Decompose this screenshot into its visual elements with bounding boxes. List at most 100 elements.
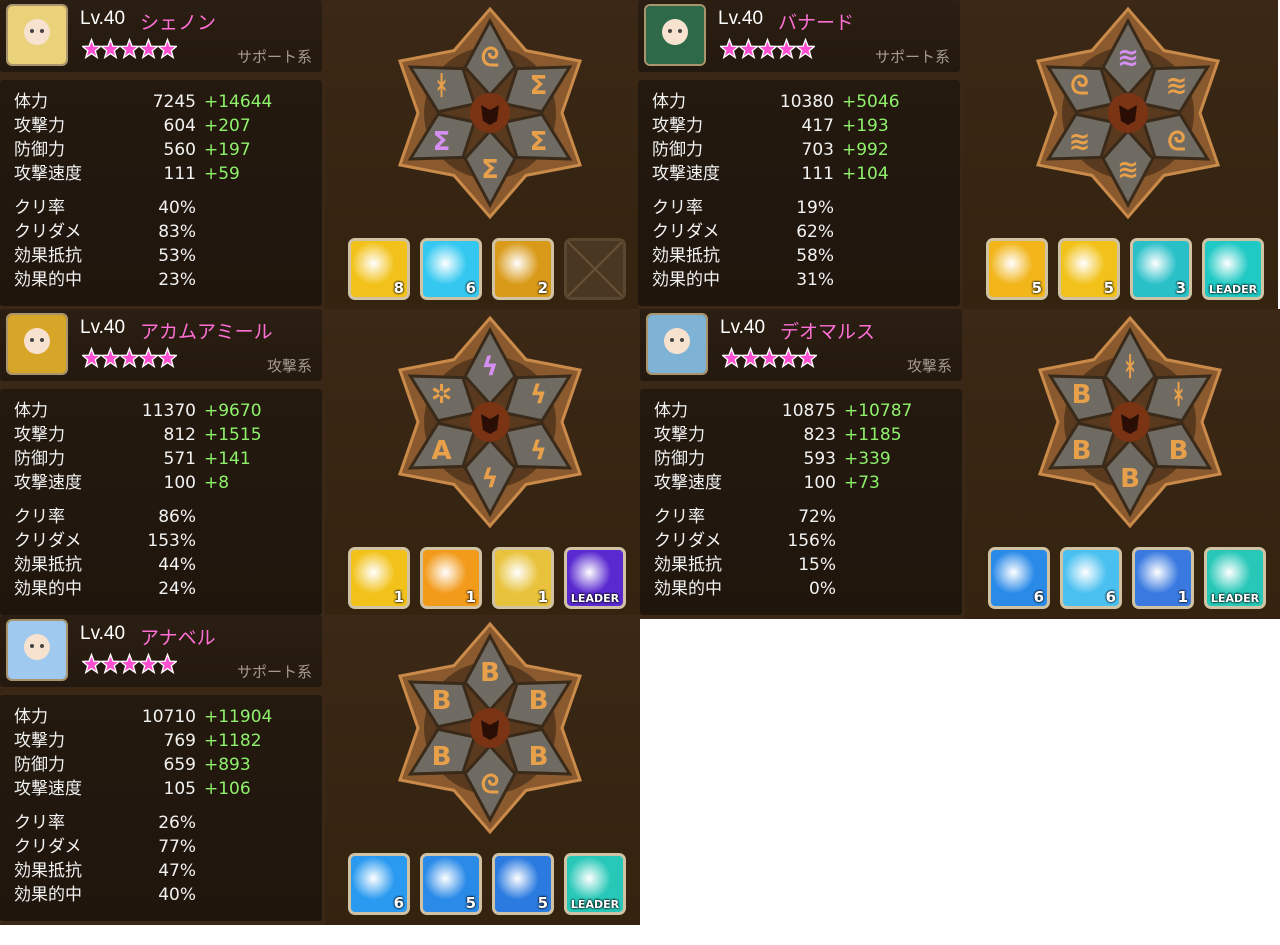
stat-row-crit-dmg: クリダメ 153% bbox=[14, 529, 314, 553]
stat-value: 560 bbox=[163, 140, 196, 160]
monster-portrait-icon[interactable] bbox=[644, 4, 706, 66]
spear-strike-icon[interactable]: 1 bbox=[348, 547, 410, 609]
star-icon bbox=[158, 37, 177, 60]
skill-level: 8 bbox=[393, 279, 404, 297]
monster-card[interactable]: Lv.40 アカムアミール 攻撃系 体力 11370 +9670 攻撃力 812… bbox=[0, 309, 640, 619]
monster-portrait-icon[interactable] bbox=[6, 4, 68, 66]
stat-row-resistance: 効果抵抗 47% bbox=[14, 859, 314, 883]
star-icon bbox=[779, 346, 798, 369]
stat-value: 11370 bbox=[141, 401, 196, 421]
stat-label: 効果的中 bbox=[652, 270, 720, 290]
stat-label: クリダメ bbox=[14, 837, 82, 857]
rune-glyph: Σ bbox=[530, 71, 548, 101]
rune-glyph: ᘓ bbox=[1167, 127, 1185, 157]
stat-bonus: +106 bbox=[204, 779, 251, 799]
star-icon bbox=[101, 346, 120, 369]
star-icon bbox=[777, 37, 796, 60]
star-rating bbox=[720, 37, 815, 61]
stat-bonus: +992 bbox=[842, 140, 889, 160]
fire-fist-icon[interactable]: 8 bbox=[348, 238, 410, 300]
stat-value: 40% bbox=[158, 198, 196, 218]
stat-bonus: +1515 bbox=[204, 425, 262, 445]
bear-icon[interactable]: 6 bbox=[348, 853, 410, 915]
rune-glyph: Σ bbox=[433, 127, 451, 157]
star-icon bbox=[120, 652, 139, 675]
stat-label: 体力 bbox=[14, 92, 48, 112]
leader-orb-icon[interactable]: LEADER bbox=[564, 853, 626, 915]
stat-bonus: +893 bbox=[204, 755, 251, 775]
leader-orb-icon[interactable]: LEADER bbox=[1204, 547, 1266, 609]
stat-row-hp: 体力 7245 +14644 bbox=[14, 90, 314, 114]
rune-glyph: ≋ bbox=[1117, 155, 1139, 185]
claw-icon[interactable]: 5 bbox=[986, 238, 1048, 300]
frost-burst-icon[interactable]: 6 bbox=[1060, 547, 1122, 609]
monster-card[interactable]: Lv.40 シェノン サポート系 体力 7245 +14644 攻撃力 604 … bbox=[0, 0, 640, 310]
star-rating bbox=[82, 652, 177, 676]
star-icon bbox=[101, 652, 120, 675]
stat-value: 26% bbox=[158, 813, 196, 833]
stat-bonus: +193 bbox=[842, 116, 889, 136]
stat-value: 769 bbox=[163, 731, 196, 751]
stat-value: 100 bbox=[163, 473, 196, 493]
wind-blade-icon[interactable]: 3 bbox=[1130, 238, 1192, 300]
skill-level: 5 bbox=[1103, 279, 1114, 297]
monster-card[interactable]: Lv.40 アナベル サポート系 体力 10710 +11904 攻撃力 769… bbox=[0, 615, 640, 925]
leader-label: LEADER bbox=[570, 898, 620, 911]
demon-silhouette-icon[interactable]: 1 bbox=[1132, 547, 1194, 609]
monster-header: Lv.40 アナベル サポート系 bbox=[0, 615, 322, 687]
angel-icon[interactable]: 5 bbox=[492, 853, 554, 915]
spirit-silhouette-icon[interactable]: 5 bbox=[420, 853, 482, 915]
monster-portrait-icon[interactable] bbox=[646, 313, 708, 375]
stat-row-def: 防御力 703 +992 bbox=[652, 138, 952, 162]
rune-wheel[interactable]: BBBᘓBB bbox=[395, 621, 585, 835]
stat-row-crit-dmg: クリダメ 156% bbox=[654, 529, 954, 553]
rune-wheel[interactable]: ᘓΣΣΣΣᚼ bbox=[395, 6, 585, 220]
skill-level: 6 bbox=[393, 894, 404, 912]
stat-value: 58% bbox=[796, 246, 834, 266]
flame-burst-icon[interactable]: 1 bbox=[420, 547, 482, 609]
stat-row-spd: 攻撃速度 111 +104 bbox=[652, 162, 952, 186]
monster-portrait-icon[interactable] bbox=[6, 619, 68, 681]
stat-label: 防御力 bbox=[14, 140, 65, 160]
stat-value: 23% bbox=[158, 270, 196, 290]
leader-label: LEADER bbox=[570, 592, 620, 605]
lightning-icon[interactable]: 5 bbox=[1058, 238, 1120, 300]
skill-level: 1 bbox=[465, 588, 476, 606]
monster-portrait-icon[interactable] bbox=[6, 313, 68, 375]
star-icon bbox=[760, 346, 779, 369]
rune-wheel[interactable]: ᚼᚼBBBB bbox=[1035, 315, 1225, 529]
ice-slash-icon[interactable]: 6 bbox=[988, 547, 1050, 609]
monster-name: デオマルス bbox=[780, 321, 876, 343]
monster-card[interactable]: Lv.40 バナード サポート系 体力 10380 +5046 攻撃力 417 … bbox=[638, 0, 1278, 310]
skill-level: 1 bbox=[1177, 588, 1188, 606]
rune-glyph: B bbox=[1072, 436, 1092, 466]
stat-row-spd: 攻撃速度 111 +59 bbox=[14, 162, 314, 186]
leader-target-icon[interactable]: LEADER bbox=[564, 547, 626, 609]
skill-level: 5 bbox=[537, 894, 548, 912]
stat-row-spd: 攻撃速度 105 +106 bbox=[14, 777, 314, 801]
stat-label: 体力 bbox=[14, 401, 48, 421]
rune-wheel[interactable]: ϟ ϟ ϟ ϟ A ✲ bbox=[395, 315, 585, 529]
trident-icon[interactable]: 2 bbox=[492, 238, 554, 300]
golden-blade-icon[interactable]: 1 bbox=[492, 547, 554, 609]
stat-label: 防御力 bbox=[14, 449, 65, 469]
empty-slot-icon[interactable] bbox=[564, 238, 626, 300]
ice-slash-icon[interactable]: 6 bbox=[420, 238, 482, 300]
monster-level: Lv.40 bbox=[718, 8, 764, 29]
star-icon bbox=[741, 346, 760, 369]
stat-row-atk: 攻撃力 812 +1515 bbox=[14, 423, 314, 447]
leader-sword-icon[interactable]: LEADER bbox=[1202, 238, 1264, 300]
stat-row-accuracy: 効果的中 40% bbox=[14, 883, 314, 907]
rune-wheel[interactable]: ≋ ≋ ᘓ ≋ ≋ ᘓ bbox=[1033, 6, 1223, 220]
monster-role: サポート系 bbox=[236, 48, 312, 66]
monster-role: サポート系 bbox=[236, 663, 312, 681]
stat-row-def: 防御力 659 +893 bbox=[14, 753, 314, 777]
stat-label: 効果抵抗 bbox=[654, 555, 722, 575]
leader-label: LEADER bbox=[1208, 283, 1258, 296]
stat-row-def: 防御力 560 +197 bbox=[14, 138, 314, 162]
rune-glyph: ᘓ bbox=[1070, 71, 1088, 101]
skill-level: 5 bbox=[465, 894, 476, 912]
monster-card[interactable]: Lv.40 デオマルス 攻撃系 体力 10875 +10787 攻撃力 823 … bbox=[640, 309, 1280, 619]
monster-role: 攻撃系 bbox=[266, 357, 312, 375]
stat-row-atk: 攻撃力 823 +1185 bbox=[654, 423, 954, 447]
